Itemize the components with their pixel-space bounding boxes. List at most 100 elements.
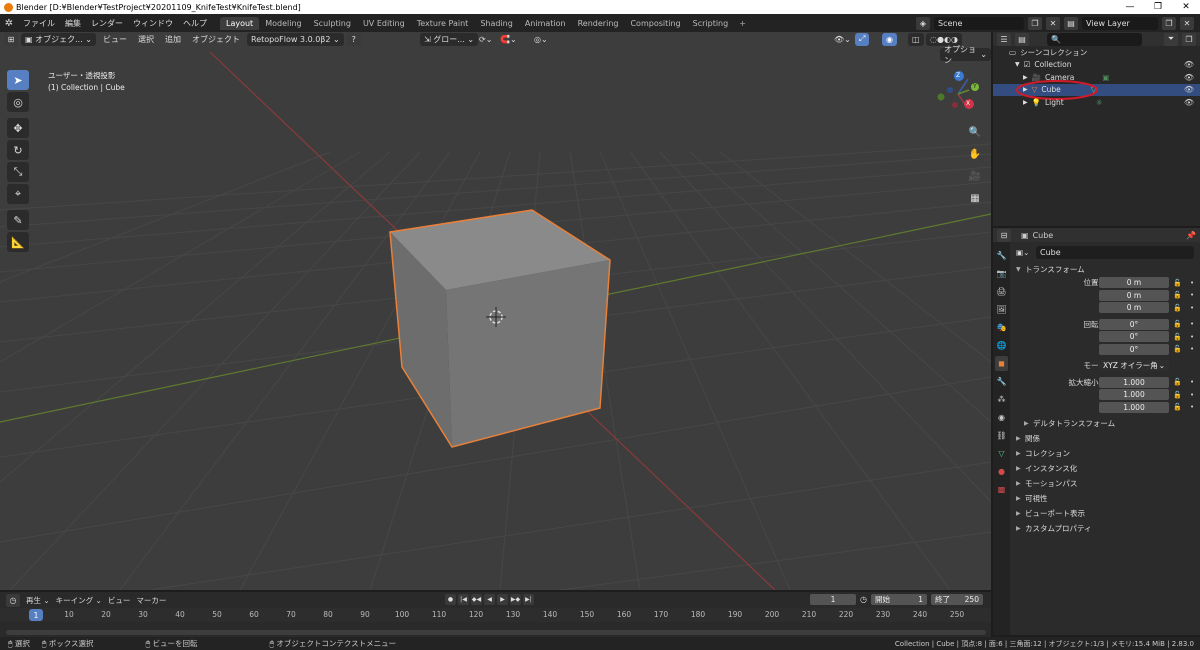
editor-type-icon[interactable]: ⊞ bbox=[4, 32, 18, 46]
menu-add[interactable]: 追加 bbox=[161, 33, 185, 46]
delete-view-layer-icon[interactable]: ✕ bbox=[1180, 16, 1194, 30]
annotate-tool-icon[interactable]: ✎ bbox=[7, 210, 29, 230]
options-dropdown[interactable]: オプション ⌄ bbox=[940, 45, 991, 65]
rotation-z-field[interactable]: 0° bbox=[1099, 343, 1169, 355]
keyframe-dot-icon[interactable]: • bbox=[1190, 304, 1194, 312]
tab-rendering[interactable]: Rendering bbox=[572, 17, 625, 30]
maximize-button[interactable]: ❐ bbox=[1144, 0, 1172, 14]
lock-icon[interactable]: 🔓 bbox=[1173, 320, 1182, 328]
menu-view[interactable]: ビュー bbox=[99, 33, 131, 46]
collection-row[interactable]: ▼ ☑ Collection 👁 bbox=[993, 59, 1200, 72]
scene-tab-icon[interactable]: 🎭 bbox=[995, 320, 1008, 335]
camera-view-icon[interactable]: 🎥 bbox=[965, 167, 985, 185]
frame-ruler[interactable]: 1 10 20 30 40 50 60 70 80 90 100 110 120… bbox=[0, 608, 991, 622]
menu-select[interactable]: 選択 bbox=[134, 33, 158, 46]
menu-render[interactable]: レンダー bbox=[86, 18, 128, 29]
keyframe-dot-icon[interactable]: • bbox=[1190, 403, 1194, 411]
object-tab-icon[interactable]: ◼ bbox=[995, 356, 1008, 371]
zoom-icon[interactable]: 🔍 bbox=[965, 123, 985, 141]
menu-marker[interactable]: マーカー bbox=[136, 595, 166, 606]
lock-icon[interactable]: 🔓 bbox=[1173, 333, 1182, 341]
keyframe-dot-icon[interactable]: • bbox=[1190, 345, 1194, 353]
end-frame-field[interactable]: 終了 250 bbox=[930, 594, 983, 605]
gizmo-toggle-icon[interactable]: ⤢ bbox=[855, 32, 870, 46]
lock-icon[interactable]: 🔓 bbox=[1173, 403, 1182, 411]
filter-icon[interactable]: ⏷ bbox=[1164, 32, 1178, 46]
jump-end-icon[interactable]: ▶| bbox=[523, 594, 534, 605]
scale-x-field[interactable]: 1.000 bbox=[1099, 376, 1169, 388]
keyframe-dot-icon[interactable]: • bbox=[1190, 320, 1194, 328]
minimize-button[interactable]: — bbox=[1116, 0, 1144, 14]
measure-tool-icon[interactable]: 📐 bbox=[7, 232, 29, 252]
preview-range-icon[interactable]: ◷ bbox=[860, 595, 867, 604]
view-layer-tab-icon[interactable]: 🖼 bbox=[995, 302, 1008, 317]
location-y-field[interactable]: 0 m bbox=[1099, 289, 1169, 301]
proportional-edit-icon[interactable]: ◎⌄ bbox=[530, 33, 552, 46]
light-visibility-icon[interactable]: 👁 bbox=[1184, 98, 1194, 107]
scale-z-field[interactable]: 1.000 bbox=[1099, 401, 1169, 413]
custom-properties-section[interactable]: ▶ カスタムプロパティ bbox=[1012, 521, 1200, 536]
camera-visibility-icon[interactable]: 👁 bbox=[1184, 73, 1194, 82]
object-name-field[interactable]: Cube bbox=[1036, 245, 1194, 259]
scene-field[interactable]: Scene bbox=[934, 16, 1024, 30]
tab-scripting[interactable]: Scripting bbox=[687, 17, 735, 30]
record-icon[interactable]: ● bbox=[445, 594, 456, 605]
tab-layout[interactable]: Layout bbox=[220, 16, 260, 30]
tab-sculpting[interactable]: Sculpting bbox=[308, 17, 357, 30]
menu-window[interactable]: ウィンドウ bbox=[128, 18, 178, 29]
new-collection-icon[interactable]: ❐ bbox=[1182, 32, 1196, 46]
menu-playback[interactable]: 再生 ⌄ bbox=[26, 595, 50, 606]
outliner-editor-icon[interactable]: ☰ bbox=[997, 32, 1011, 46]
scene-browse-icon[interactable]: ◈ bbox=[916, 16, 930, 30]
tool-tab-icon[interactable]: 🔧 bbox=[995, 248, 1008, 263]
timeline-editor-icon[interactable]: ◷ bbox=[6, 593, 20, 607]
properties-editor-icon[interactable]: ⊟ bbox=[997, 228, 1011, 242]
move-tool-icon[interactable]: ✥ bbox=[7, 118, 29, 138]
menu-keying[interactable]: キーイング ⌄ bbox=[56, 595, 102, 606]
next-keyframe-icon[interactable]: ▶◆ bbox=[510, 594, 521, 605]
location-z-field[interactable]: 0 m bbox=[1099, 302, 1169, 314]
scale-tool-icon[interactable]: ⤡ bbox=[7, 162, 29, 182]
delete-scene-icon[interactable]: ✕ bbox=[1046, 16, 1060, 30]
modifier-tab-icon[interactable]: 🔧 bbox=[995, 374, 1008, 389]
new-view-layer-icon[interactable]: ❐ bbox=[1162, 16, 1176, 30]
outliner-item-cube[interactable]: ▶ ▽ Cube ▽ 👁 bbox=[993, 79, 1200, 100]
pin-icon[interactable]: 📌 bbox=[1186, 231, 1196, 240]
world-tab-icon[interactable]: 🌐 bbox=[995, 338, 1008, 353]
transform-tool-icon[interactable]: ⌖ bbox=[7, 184, 29, 204]
tab-uv-editing[interactable]: UV Editing bbox=[357, 17, 411, 30]
physics-tab-icon[interactable]: ◉ bbox=[995, 410, 1008, 425]
tab-modeling[interactable]: Modeling bbox=[259, 17, 307, 30]
select-tool-icon[interactable]: ➤ bbox=[7, 70, 29, 90]
rotate-tool-icon[interactable]: ↻ bbox=[7, 140, 29, 160]
snap-icon[interactable]: 🧲⌄ bbox=[496, 33, 521, 46]
rotation-x-field[interactable]: 0° bbox=[1099, 318, 1169, 330]
menu-timeline-view[interactable]: ビュー bbox=[108, 595, 131, 606]
keyframe-dot-icon[interactable]: • bbox=[1190, 391, 1194, 399]
view-layer-browse-icon[interactable]: ▤ bbox=[1064, 16, 1078, 30]
start-frame-field[interactable]: 開始 1 bbox=[870, 594, 927, 605]
help-icon[interactable]: ? bbox=[346, 32, 361, 46]
play-icon[interactable]: ▶ bbox=[497, 594, 508, 605]
3d-viewport[interactable]: Z X Y ⊞ ▣ オブジェク... ⌄ ビュー 選択 追加 オブジェクト Re… bbox=[0, 32, 991, 590]
new-scene-icon[interactable]: ❐ bbox=[1028, 16, 1042, 30]
rotation-y-field[interactable]: 0° bbox=[1099, 331, 1169, 343]
motion-paths-section[interactable]: ▶ モーションパス bbox=[1012, 476, 1200, 491]
pan-hand-icon[interactable]: ✋ bbox=[965, 145, 985, 163]
tab-compositing[interactable]: Compositing bbox=[624, 17, 686, 30]
display-mode-icon[interactable]: ▤ bbox=[1015, 32, 1029, 46]
visibility-section[interactable]: ▶ 可視性 bbox=[1012, 491, 1200, 506]
outliner-item-light[interactable]: ▶ 💡 Light ☼ 👁 bbox=[993, 96, 1200, 109]
rotation-mode-dropdown[interactable]: XYZ オイラー角 ⌄ bbox=[1099, 360, 1169, 372]
menu-file[interactable]: ファイル bbox=[18, 18, 60, 29]
collapse-arrow-icon[interactable]: ▶ bbox=[1023, 99, 1028, 106]
overlay-toggle-icon[interactable]: ◉ bbox=[882, 32, 897, 46]
collection-visibility-icon[interactable]: 👁 bbox=[1184, 60, 1194, 69]
tab-animation[interactable]: Animation bbox=[519, 17, 572, 30]
close-button[interactable]: ✕ bbox=[1172, 0, 1200, 14]
instancing-section[interactable]: ▶ インスタンス化 bbox=[1012, 461, 1200, 476]
lock-icon[interactable]: 🔓 bbox=[1173, 391, 1182, 399]
outliner-search-input[interactable]: 🔍 bbox=[1047, 32, 1142, 46]
transform-orientation-dropdown[interactable]: ⇲ グロー... ⌄ bbox=[420, 32, 479, 46]
cursor-tool-icon[interactable]: ◎ bbox=[7, 92, 29, 112]
